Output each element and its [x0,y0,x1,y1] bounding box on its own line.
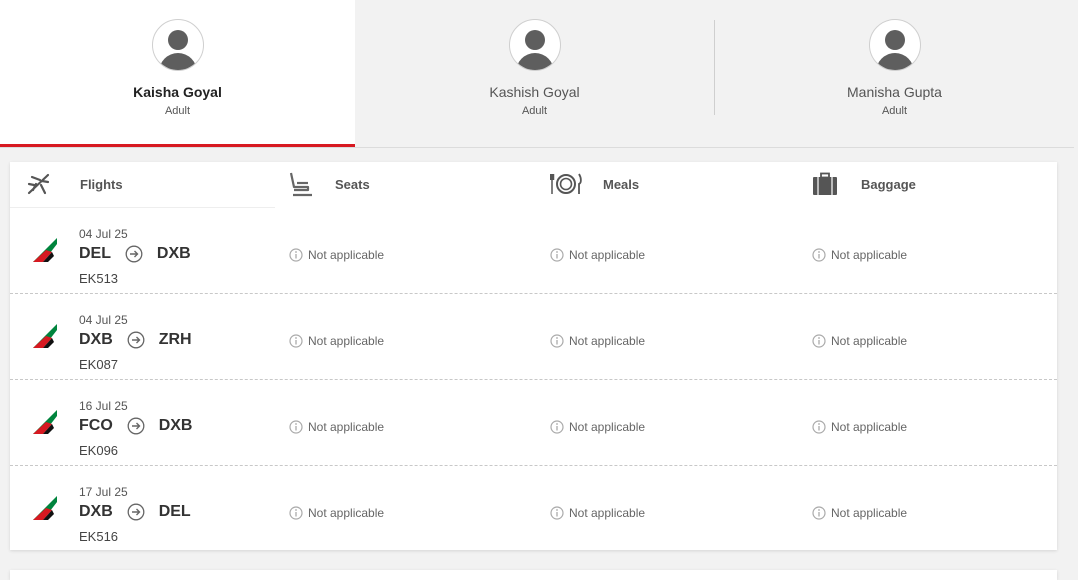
segment-list: 04 Jul 25 DEL DXB EK513 Not applicable N… [10,208,1057,551]
passenger-type: Adult [521,105,548,117]
meals-status-text: Not applicable [569,334,646,348]
info-icon [812,420,826,434]
airline-tail-icon [33,324,57,348]
meals-status-text: Not applicable [569,248,646,262]
seats-status-text: Not applicable [308,334,385,348]
flight-number: EK087 [79,357,119,372]
plane-icon [27,173,50,195]
info-icon [289,506,303,520]
info-icon [812,334,826,348]
flight-route: DEL DXB [79,245,191,265]
tab-divider [714,20,715,115]
flight-route: DXB ZRH [79,331,192,351]
meals-status-text: Not applicable [569,420,646,434]
seats-status-text: Not applicable [308,248,385,262]
meals-status: Not applicable [550,420,645,434]
baggage-status-text: Not applicable [831,420,908,434]
route-arrow-icon [127,417,145,435]
origin-code: DXB [79,503,113,520]
meals-status-text: Not applicable [569,506,646,520]
info-icon [550,248,564,262]
seats-label: Seats [335,177,370,192]
next-card [10,570,1057,580]
flight-number: EK516 [79,529,119,544]
segment-row: 16 Jul 25 FCO DXB EK096 Not applicable N… [10,380,1057,466]
baggage-status: Not applicable [812,334,907,348]
destination-code: DXB [156,245,191,262]
baggage-status-text: Not applicable [831,506,908,520]
route-arrow-icon [127,503,145,521]
destination-code: DXB [158,417,193,434]
passenger-type: Adult [881,105,908,117]
flights-label: Flights [80,177,123,192]
meals-status: Not applicable [550,248,645,262]
seats-status: Not applicable [289,334,384,348]
meals-status: Not applicable [550,506,645,520]
flight-date: 17 Jul 25 [79,485,128,499]
flight-date: 04 Jul 25 [79,227,128,241]
baggage-status-text: Not applicable [831,334,908,348]
airline-tail-icon [33,410,57,434]
info-icon [812,248,826,262]
baggage-icon [813,172,837,195]
meals-status: Not applicable [550,334,645,348]
flight-number: EK513 [79,271,119,286]
airline-tail-icon [33,238,57,262]
info-icon [550,420,564,434]
services-header: Flights Seats Meals Baggage [10,162,1057,208]
baggage-label: Baggage [861,177,916,192]
passenger-name: Kashish Goyal [489,84,580,100]
seats-status: Not applicable [289,506,384,520]
origin-code: FCO [79,417,113,434]
seats-status-text: Not applicable [308,506,385,520]
avatar-icon [868,19,921,71]
origin-code: DEL [79,245,111,262]
passenger-tab-kashish-goyal[interactable]: Kashish Goyal Adult [357,0,712,147]
segment-row: 04 Jul 25 DEL DXB EK513 Not applicable N… [10,208,1057,294]
info-icon [289,334,303,348]
info-icon [550,506,564,520]
route-arrow-icon [127,331,145,349]
seats-status: Not applicable [289,248,384,262]
avatar-icon [151,19,204,71]
destination-code: ZRH [158,331,192,348]
baggage-status-text: Not applicable [831,248,908,262]
meal-icon [550,173,582,194]
flight-route: FCO DXB [79,417,192,437]
airline-tail-icon [33,496,57,520]
passenger-tabs: Kaisha Goyal Adult Kashish Goyal Adult M… [0,0,1074,148]
route-arrow-icon [126,245,143,263]
seat-icon [289,172,312,197]
passenger-tab-kaisha-goyal[interactable]: Kaisha Goyal Adult [0,0,355,147]
flight-route: DXB DEL [79,503,191,523]
info-icon [812,506,826,520]
segment-row: 17 Jul 25 DXB DEL EK516 Not applicable N… [10,466,1057,551]
flight-date: 04 Jul 25 [79,313,128,327]
passenger-type: Adult [164,105,191,117]
flight-date: 16 Jul 25 [79,399,128,413]
segment-row: 04 Jul 25 DXB ZRH EK087 Not applicable N… [10,294,1057,380]
info-icon [289,248,303,262]
destination-code: DEL [158,503,191,520]
passenger-tab-manisha-gupta[interactable]: Manisha Gupta Adult [717,0,1072,147]
passenger-name: Kaisha Goyal [133,84,222,100]
baggage-status: Not applicable [812,420,907,434]
info-icon [289,420,303,434]
baggage-status: Not applicable [812,248,907,262]
seats-status-text: Not applicable [308,420,385,434]
origin-code: DXB [79,331,113,348]
seats-status: Not applicable [289,420,384,434]
meals-label: Meals [603,177,640,192]
info-icon [550,334,564,348]
avatar-icon [508,19,561,71]
services-card: Flights Seats Meals Baggage 04 Jul 25 DE… [10,162,1057,550]
baggage-status: Not applicable [812,506,907,520]
flight-number: EK096 [79,443,119,458]
passenger-name: Manisha Gupta [847,84,942,100]
